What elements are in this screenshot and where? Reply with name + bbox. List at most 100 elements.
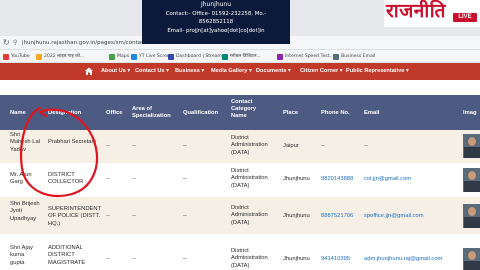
bookmark-label: YT Live Scren bbox=[139, 54, 170, 59]
overlay-district: Jhunjhunu bbox=[200, 1, 232, 8]
cell-office: -- bbox=[106, 176, 110, 182]
nav-label: Documents bbox=[256, 68, 287, 74]
cell-designation: ADDITIONAL DISTRICT MAGISTRATE bbox=[48, 245, 86, 266]
column-header-phone[interactable]: Phone No. bbox=[321, 110, 350, 117]
cell-phone-link[interactable]: 9829143888 bbox=[321, 176, 353, 183]
bookmark-item[interactable]: Internet Speed Test... bbox=[277, 52, 334, 61]
cell-qualification: -- bbox=[183, 213, 187, 219]
bookmark-label: 2022 लाइव गाइ को... bbox=[44, 54, 85, 59]
channel-logo-name: राजनीति bbox=[386, 0, 447, 22]
official-photo bbox=[463, 248, 480, 270]
cell-contact-category: District Administration (DATA) bbox=[231, 135, 268, 156]
column-header-image[interactable]: Imag bbox=[463, 110, 477, 117]
bookmark-item[interactable]: Dashboard | Stream... bbox=[168, 52, 226, 61]
column-header-qualification[interactable]: Qualification bbox=[183, 110, 218, 117]
cell-contact-category: District Administration (DATA) bbox=[231, 248, 268, 269]
nav-label: Business bbox=[175, 68, 200, 74]
bookmark-label: Dashboard | Stream... bbox=[176, 54, 227, 59]
column-header-area[interactable]: Area of Specialization bbox=[132, 106, 178, 120]
overlay-contact: Contact:- Office- 01592-232258, Mo.- bbox=[165, 10, 267, 17]
bookmark-favicon-icon bbox=[131, 53, 137, 60]
bookmark-label: ग्लोबल डिजिटल... bbox=[230, 54, 261, 59]
bookmark-item[interactable]: YT Live Scren bbox=[131, 52, 170, 61]
cell-email-link[interactable]: spoffice.jjn@gmail.com bbox=[364, 213, 424, 220]
bookmarks-bar: YouTube 2022 लाइव गाइ को... Maps YT Live… bbox=[0, 50, 480, 63]
nav-label: Public Representative bbox=[346, 68, 405, 74]
cell-office: -- bbox=[106, 143, 110, 149]
site-info-icon[interactable]: ⚲ bbox=[13, 38, 17, 48]
cell-qualification: -- bbox=[183, 256, 187, 262]
nav-contact-us[interactable]: Contact Us ▾ bbox=[135, 63, 169, 80]
bookmark-label: YouTube bbox=[11, 54, 30, 59]
column-header-contact-category[interactable]: Contact Category Name bbox=[231, 99, 267, 121]
cell-office: -- bbox=[106, 256, 110, 262]
bookmark-label: Business Email bbox=[341, 54, 376, 59]
contact-overlay-box: Jhunjhunu Contact:- Office- 01592-232258… bbox=[142, 0, 290, 44]
cell-place: Jhunjhunu bbox=[283, 256, 310, 262]
official-photo bbox=[463, 168, 480, 192]
site-navigation: About Us ▾ Contact Us ▾ Business ▾ Media… bbox=[0, 63, 480, 80]
live-badge: LIVE bbox=[453, 13, 477, 22]
bookmark-favicon-icon bbox=[333, 53, 339, 60]
bookmark-item[interactable]: ग्लोबल डिजिटल... bbox=[222, 52, 261, 61]
table-row: Shri Brijesh Jyoti Upadhyay SUPERINTENDE… bbox=[0, 197, 480, 234]
official-photo bbox=[463, 204, 480, 228]
cell-email: -- bbox=[364, 143, 368, 149]
column-header-email[interactable]: Email bbox=[364, 110, 379, 117]
nav-documents[interactable]: Documents ▾ bbox=[256, 63, 291, 80]
cell-phone-link[interactable]: 941410395 bbox=[321, 256, 350, 263]
column-header-designation[interactable]: Designation bbox=[48, 110, 81, 117]
official-photo bbox=[463, 134, 480, 158]
bookmark-item[interactable]: Business Email bbox=[333, 52, 375, 61]
column-header-office[interactable]: Office bbox=[106, 110, 122, 117]
cell-area: -- bbox=[132, 143, 136, 149]
overlay-mobile: 8562852118 bbox=[198, 19, 234, 26]
bookmark-label: Internet Speed Test... bbox=[285, 54, 334, 59]
cell-area: -- bbox=[132, 256, 136, 262]
cell-place: Jhunjhunu bbox=[283, 176, 310, 182]
bookmark-favicon-icon bbox=[277, 53, 283, 60]
table-row: Shri Ajay kuma gupta ADDITIONAL DISTRICT… bbox=[0, 234, 480, 270]
cell-designation: Prabhari Secretary bbox=[48, 139, 97, 145]
bookmark-favicon-icon bbox=[36, 53, 42, 60]
reload-icon[interactable]: ↻ bbox=[3, 38, 10, 48]
channel-logo: राजनीति LIVE bbox=[384, 0, 480, 27]
table-row: Mr. Arun Garg DISTRICT COLLECTOR -- -- -… bbox=[0, 163, 480, 197]
nav-public-representative[interactable]: Public Representative ▾ bbox=[346, 63, 409, 80]
column-header-name[interactable]: Name bbox=[10, 110, 26, 117]
nav-media-gallery[interactable]: Media Gallery ▾ bbox=[211, 63, 252, 80]
table-row: Shri Mahesh Lal Yadav Prabhari Secretary… bbox=[0, 130, 480, 163]
cell-place: Jaipur bbox=[283, 143, 299, 149]
cell-phone: -- bbox=[321, 143, 325, 149]
nav-label: Media Gallery bbox=[211, 68, 248, 74]
bookmark-item[interactable]: 2022 लाइव गाइ को... bbox=[36, 52, 84, 61]
youtube-icon bbox=[3, 53, 9, 60]
cell-office: -- bbox=[106, 213, 110, 219]
cell-email-link[interactable]: col.jjn@gmail.com bbox=[364, 176, 411, 183]
nav-business[interactable]: Business ▾ bbox=[175, 63, 204, 80]
nav-citizen-corner[interactable]: Citizen Corner ▾ bbox=[300, 63, 343, 80]
nav-about-us[interactable]: About Us ▾ bbox=[101, 63, 130, 80]
bookmark-youtube[interactable]: YouTube bbox=[3, 52, 30, 61]
nav-label: Contact Us bbox=[135, 68, 165, 74]
url-text[interactable]: jhunjhunu.rajasthan.gov.in/pages/sm/cont… bbox=[22, 38, 162, 48]
nav-label: Citizen Corner bbox=[300, 68, 339, 74]
home-icon[interactable] bbox=[84, 66, 94, 76]
column-header-place[interactable]: Place bbox=[283, 110, 298, 117]
cell-designation: SUPERINTENDENT OF POLICE (DISTT. HQ.) bbox=[48, 206, 102, 227]
overlay-email: Email- projjn[at]yahoo[dot]co[dot]in bbox=[167, 27, 265, 34]
cell-name: Mr. Arun Garg bbox=[10, 172, 32, 186]
bookmark-maps[interactable]: Maps bbox=[109, 52, 129, 61]
cell-name: Shri Mahesh Lal Yadav bbox=[10, 132, 40, 153]
bookmark-favicon-icon bbox=[222, 53, 228, 60]
cell-qualification: -- bbox=[183, 176, 187, 182]
cell-area: -- bbox=[132, 213, 136, 219]
bookmark-label: Maps bbox=[117, 54, 130, 59]
cell-name: Shri Brijesh Jyoti Upadhyay bbox=[10, 201, 40, 222]
cell-phone-link[interactable]: 8887521706 bbox=[321, 213, 353, 220]
cell-area: -- bbox=[132, 176, 136, 182]
cell-designation: DISTRICT COLLECTOR bbox=[48, 172, 84, 186]
cell-email-link[interactable]: adm.jhunjhunu.raj@gmail.com bbox=[364, 256, 442, 263]
cell-contact-category: District Administration (DATA) bbox=[231, 205, 268, 226]
cell-qualification: -- bbox=[183, 143, 187, 149]
